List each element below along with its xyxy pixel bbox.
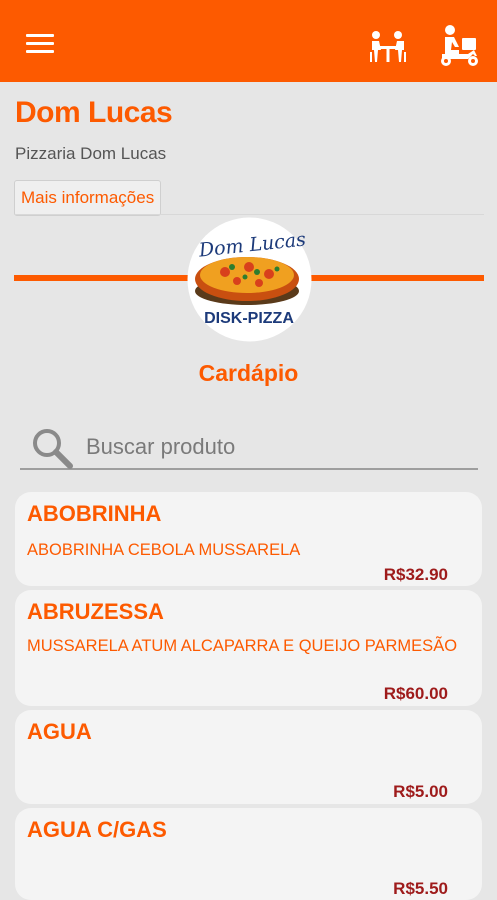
search-icon[interactable]: [30, 426, 74, 470]
store-logo: Dom Lucas DISK-PIZZA: [187, 217, 312, 342]
dining-table-icon[interactable]: [368, 28, 408, 64]
product-card[interactable]: AGUA R$5.00: [15, 710, 482, 804]
logo-line-left: [14, 275, 192, 281]
logo-banner-text: DISK-PIZZA: [204, 310, 294, 327]
app-bar: [0, 0, 497, 82]
store-subtitle: Pizzaria Dom Lucas: [15, 144, 167, 163]
product-name: AGUA: [27, 719, 92, 744]
divider: [14, 214, 484, 215]
search-bar: [20, 422, 478, 470]
product-description: ABOBRINHA CEBOLA MUSSARELA: [27, 541, 301, 559]
product-name: ABRUZESSA: [27, 599, 164, 624]
product-price: R$32.90: [383, 565, 448, 584]
product-name: ABOBRINHA: [27, 501, 162, 526]
hamburger-icon[interactable]: [26, 34, 54, 54]
product-card[interactable]: AGUA C/GAS R$5.50: [15, 808, 482, 900]
product-card[interactable]: ABOBRINHA ABOBRINHA CEBOLA MUSSARELA R$3…: [15, 492, 482, 586]
search-input[interactable]: [86, 430, 466, 464]
product-name: AGUA C/GAS: [27, 817, 167, 842]
store-name: Dom Lucas: [15, 96, 173, 129]
delivery-scooter-icon[interactable]: [436, 24, 482, 68]
product-card[interactable]: ABRUZESSA MUSSARELA ATUM ALCAPARRA E QUE…: [15, 590, 482, 706]
section-title: Cardápio: [198, 360, 299, 386]
product-price: R$5.50: [393, 879, 448, 898]
more-info-button[interactable]: Mais informações: [14, 180, 162, 216]
logo-line-right: [306, 275, 484, 281]
product-price: R$5.00: [393, 782, 448, 801]
product-price: R$60.00: [383, 684, 448, 703]
product-description: MUSSARELA ATUM ALCAPARRA E QUEIJO PARMES…: [27, 637, 458, 655]
